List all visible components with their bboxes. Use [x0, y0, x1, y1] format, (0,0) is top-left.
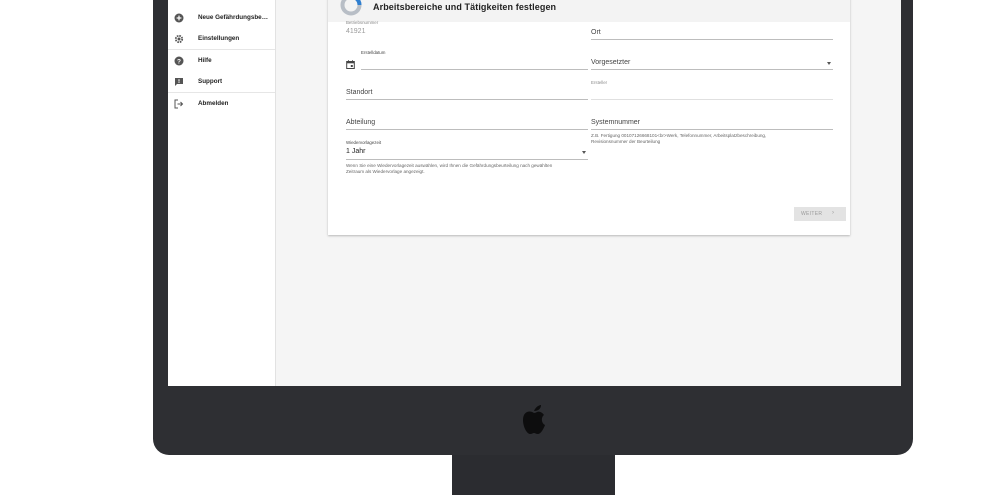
vorgesetzter-underline: [591, 69, 833, 70]
ersteller-underline: [591, 99, 833, 100]
hint-line: Zeitraum als Wiedervorlage angezeigt.: [346, 168, 425, 174]
standort-underline: [346, 99, 588, 100]
abteilung-label: Abteilung: [346, 119, 376, 126]
wiedervorlagezeit-hint: Wenn Sie eine Wiedervorlagezeit auswähle…: [346, 163, 591, 174]
sidebar-item-settings[interactable]: Einstellungen: [168, 28, 275, 49]
sidebar-item-label: Neue Gefährdungsbeurt...: [198, 14, 270, 21]
wiedervorlagezeit-value: 1 Jahr: [346, 148, 366, 155]
form-card: Arbeitsbereiche und Tätigkeiten festlege…: [328, 0, 850, 235]
erstelldatum-field[interactable]: Erstelldatum: [361, 50, 588, 72]
betriebsnummer-value: 41921: [346, 28, 366, 35]
ort-label: Ort: [591, 29, 601, 36]
hint-line: Revisionsnummer der Beurteilung: [591, 138, 661, 144]
betriebsnummer-field[interactable]: Betriebsnummer 41921: [346, 20, 588, 42]
erstelldatum-label: Erstelldatum: [361, 50, 386, 55]
add-circle-icon: [174, 13, 184, 23]
ersteller-label: Ersteller: [591, 80, 608, 85]
systemnummer-hint: Z.B. Fertigung 00107126668101<br>Werk, T…: [591, 133, 836, 144]
sidebar-item-logout[interactable]: Abmelden: [168, 93, 275, 114]
systemnummer-label: Systemnummer: [591, 119, 641, 126]
sidebar: Neue Gefährdungsbeurt... Einstellungen ?…: [168, 0, 276, 386]
ort-field[interactable]: Ort: [591, 28, 833, 42]
help-icon: ?: [174, 56, 184, 66]
card-header: Arbeitsbereiche und Tätigkeiten festlege…: [328, 0, 850, 22]
sidebar-item-support[interactable]: Support: [168, 71, 275, 92]
logout-icon: [174, 99, 184, 109]
abteilung-underline: [346, 129, 588, 130]
wiedervorlagezeit-underline: [346, 159, 588, 160]
sidebar-item-label: Support: [198, 78, 223, 85]
vorgesetzter-select[interactable]: Vorgesetzter: [591, 58, 833, 72]
erstelldatum-underline: [361, 69, 588, 70]
standort-field[interactable]: Standort: [346, 88, 588, 102]
app-screen: Neue Gefährdungsbeurt... Einstellungen ?…: [168, 0, 901, 386]
next-button[interactable]: WEITER ›: [794, 207, 846, 221]
wiedervorlagezeit-select[interactable]: Wiedervorlagezeit 1 Jahr: [346, 140, 588, 162]
systemnummer-field[interactable]: Systemnummer: [591, 118, 833, 132]
vorgesetzter-label: Vorgesetzter: [591, 59, 631, 66]
chevron-right-icon: ›: [832, 210, 834, 216]
feedback-icon: [174, 77, 184, 87]
ersteller-field[interactable]: Ersteller: [591, 80, 833, 102]
next-button-label: WEITER: [801, 211, 823, 217]
systemnummer-underline: [591, 129, 833, 130]
card-title: Arbeitsbereiche und Tätigkeiten festlege…: [373, 2, 557, 12]
chevron-down-icon: [582, 151, 586, 154]
apple-logo-icon: [523, 405, 545, 434]
betriebsnummer-label: Betriebsnummer: [346, 20, 379, 25]
sidebar-item-label: Abmelden: [198, 100, 229, 107]
sidebar-item-help[interactable]: ? Hilfe: [168, 50, 275, 71]
imac-stand: [452, 455, 615, 495]
ort-underline: [591, 39, 833, 40]
svg-text:?: ?: [177, 58, 181, 65]
sidebar-item-label: Hilfe: [198, 57, 212, 64]
gear-icon: [174, 34, 184, 44]
app-logo-icon: [340, 0, 362, 16]
standort-label: Standort: [346, 89, 373, 96]
sidebar-item-new-assessment[interactable]: Neue Gefährdungsbeurt...: [168, 7, 275, 28]
calendar-icon[interactable]: [346, 56, 355, 69]
chevron-down-icon: [827, 62, 831, 65]
sidebar-item-label: Einstellungen: [198, 35, 240, 42]
abteilung-field[interactable]: Abteilung: [346, 118, 588, 132]
wiedervorlagezeit-label: Wiedervorlagezeit: [346, 140, 382, 145]
